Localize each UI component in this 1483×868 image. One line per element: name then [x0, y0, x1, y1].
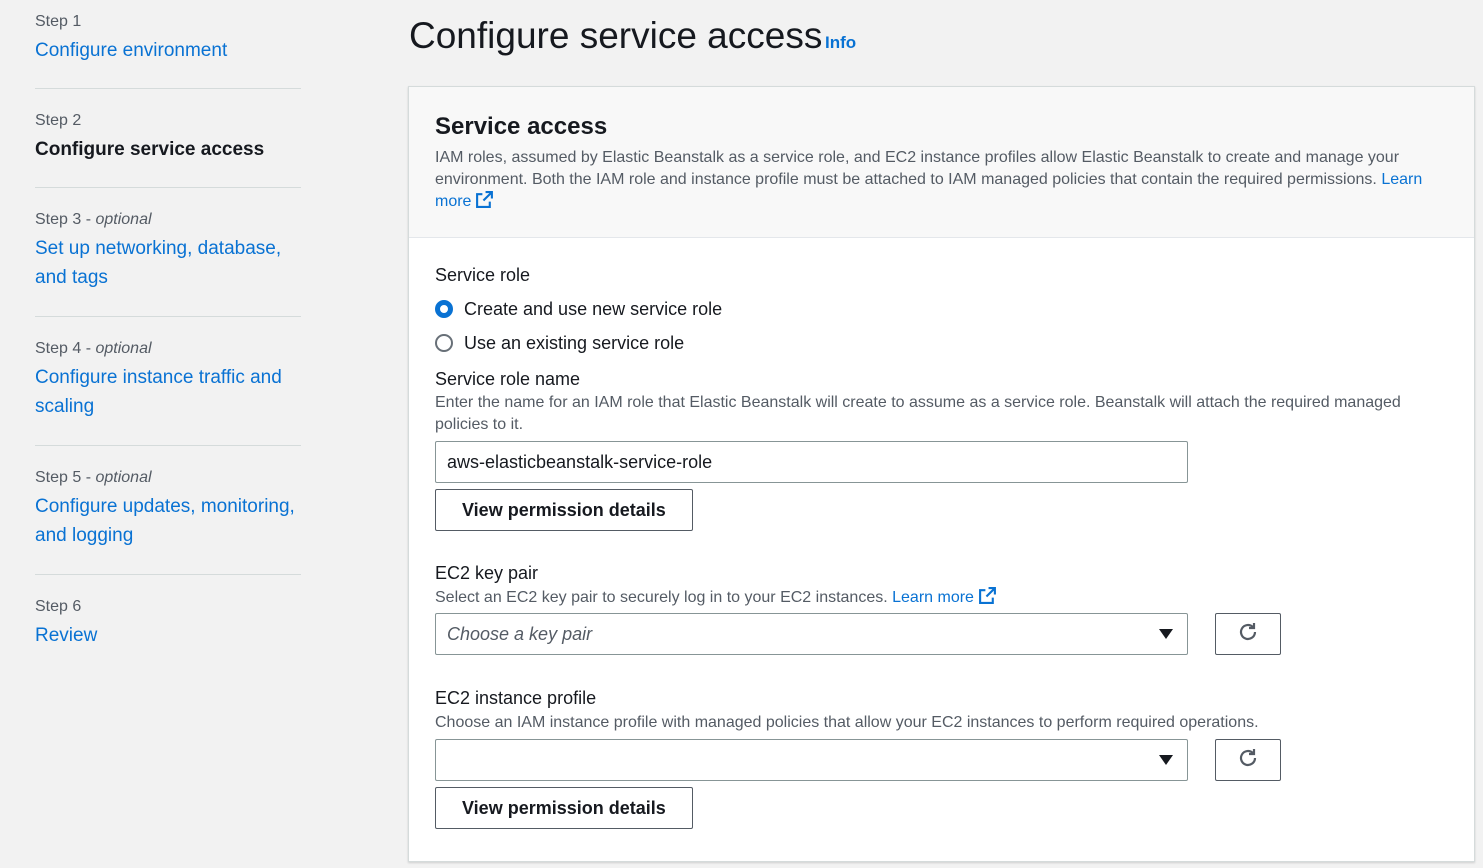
radio-button[interactable]: [435, 334, 453, 352]
ec2-key-pair-label: EC2 key pair: [435, 563, 539, 583]
radio-create-new-role[interactable]: Create and use new service role: [435, 298, 722, 320]
panel-title: Service access: [435, 113, 608, 140]
page-title: Configure service access: [409, 15, 823, 56]
step-3: Step 3 - optional Set up networking, dat…: [35, 188, 301, 317]
refresh-key-pairs-button[interactable]: [1215, 613, 1281, 655]
step-number: Step 5: [35, 469, 82, 486]
step-link-configure-environment[interactable]: Configure environment: [35, 36, 301, 65]
service-access-panel: Service access IAM roles, assumed by Ela…: [408, 86, 1475, 862]
optional-label: optional: [95, 340, 152, 357]
step-2: Step 2 Configure service access: [35, 89, 301, 188]
optional-separator: -: [81, 340, 96, 357]
radio-button-selected[interactable]: [435, 300, 453, 318]
radio-use-existing-role[interactable]: Use an existing service role: [435, 332, 684, 354]
service-role-name-input[interactable]: [435, 441, 1188, 483]
optional-separator: -: [81, 469, 96, 486]
ec2-key-pair-description-text: Select an EC2 key pair to securely log i…: [435, 589, 888, 606]
info-link[interactable]: Info: [825, 33, 856, 53]
step-link-networking[interactable]: Set up networking, database, and tags: [35, 234, 295, 292]
service-role-name-label: Service role name: [435, 369, 581, 389]
view-permission-details-button[interactable]: View permission details: [435, 787, 693, 829]
external-link-icon: [475, 190, 494, 216]
step-link-updates-monitoring[interactable]: Configure updates, monitoring, and loggi…: [35, 492, 301, 550]
external-link-icon: [978, 586, 997, 612]
service-role-name-description: Enter the name for an IAM role that Elas…: [435, 394, 1401, 433]
optional-label: optional: [95, 211, 152, 228]
radio-label: Create and use new service role: [464, 299, 723, 319]
step-5: Step 5 - optional Configure updates, mon…: [35, 446, 301, 575]
optional-label: optional: [95, 469, 152, 486]
step-current-configure-service-access: Configure service access: [35, 139, 265, 160]
caret-down-icon: [1159, 755, 1173, 765]
step-number: Step 3: [35, 211, 82, 228]
ec2-instance-profile-description: Choose an IAM instance profile with mana…: [435, 714, 1259, 731]
service-role-label: Service role: [435, 265, 531, 285]
wizard-steps-nav: Step 1 Configure environment Step 2 Conf…: [35, 0, 301, 655]
step-1: Step 1 Configure environment: [35, 0, 301, 89]
step-link-instance-traffic[interactable]: Configure instance traffic and scaling: [35, 363, 295, 421]
ec2-instance-profile-label: EC2 instance profile: [435, 688, 597, 708]
optional-separator: -: [81, 211, 96, 228]
step-number: Step 6: [35, 598, 82, 615]
learn-more-label: Learn more: [892, 589, 974, 606]
select-placeholder: Choose a key pair: [447, 624, 593, 644]
step-number: Step 1: [35, 13, 82, 30]
ec2-key-pair-description: Select an EC2 key pair to securely log i…: [435, 586, 1435, 612]
step-number: Step 4: [35, 340, 82, 357]
step-6: Step 6 Review: [35, 575, 301, 655]
panel-description: IAM roles, assumed by Elastic Beanstalk …: [435, 147, 1448, 216]
learn-more-link[interactable]: Learn more: [892, 587, 997, 606]
refresh-icon: [1237, 747, 1259, 774]
step-4: Step 4 - optional Configure instance tra…: [35, 317, 301, 446]
panel-header: Service access IAM roles, assumed by Ela…: [409, 87, 1474, 238]
step-number: Step 2: [35, 112, 82, 129]
radio-label: Use an existing service role: [464, 333, 685, 353]
refresh-instance-profiles-button[interactable]: [1215, 739, 1281, 781]
ec2-instance-profile-select[interactable]: [435, 739, 1188, 781]
view-permission-details-button[interactable]: View permission details: [435, 489, 693, 531]
refresh-icon: [1237, 621, 1259, 648]
panel-description-text: IAM roles, assumed by Elastic Beanstalk …: [435, 149, 1400, 188]
caret-down-icon: [1159, 629, 1173, 639]
step-link-review[interactable]: Review: [35, 621, 301, 650]
ec2-key-pair-select[interactable]: Choose a key pair: [435, 613, 1188, 655]
